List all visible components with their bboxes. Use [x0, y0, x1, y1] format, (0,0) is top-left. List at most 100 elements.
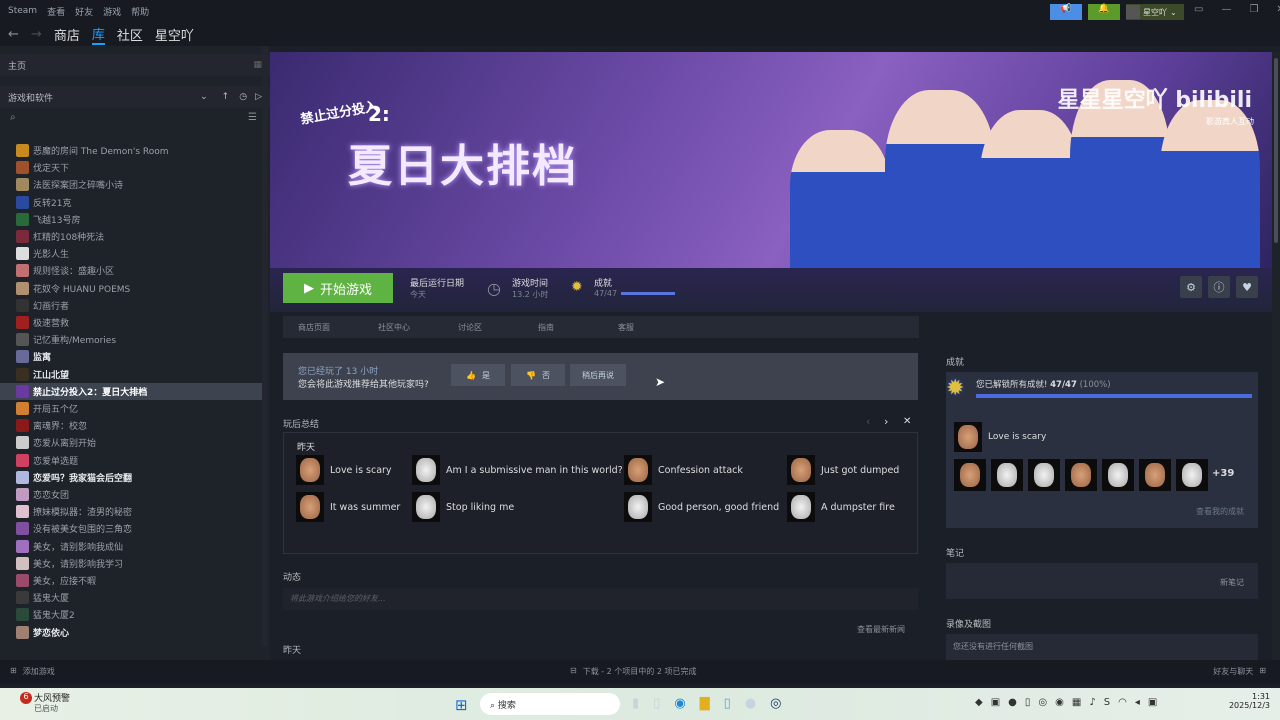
- game-list-item[interactable]: 幻画行者: [0, 297, 262, 314]
- game-list-item[interactable]: 记忆重构/Memories: [0, 331, 262, 348]
- game-list-item[interactable]: 恋恋女团: [0, 486, 262, 503]
- achievements-stat[interactable]: 成就 47/47: [594, 276, 676, 298]
- game-list-item[interactable]: 美女，应接不暇: [0, 572, 262, 589]
- nav-store[interactable]: 商店: [54, 25, 80, 44]
- steam-menu[interactable]: Steam: [8, 6, 37, 16]
- game-list-item[interactable]: 恋爱单选题: [0, 452, 262, 469]
- announcement-button[interactable]: 📢: [1050, 4, 1082, 20]
- game-list-item[interactable]: 梦恋依心: [0, 624, 262, 641]
- game-list-item[interactable]: 监寓: [0, 348, 262, 365]
- filter-icon[interactable]: ☰: [248, 112, 257, 123]
- recap-achievement[interactable]: A dumpster fire: [787, 492, 895, 522]
- recommend-later-button[interactable]: 稍后再说: [570, 364, 626, 386]
- mic-icon[interactable]: ▯: [653, 696, 660, 711]
- clock[interactable]: 1:31 2025/12/3: [1229, 692, 1270, 710]
- menu-view[interactable]: 查看: [47, 5, 65, 18]
- tab-community-hub[interactable]: 社区中心: [363, 322, 443, 333]
- game-list-item[interactable]: 猛鬼大厦: [0, 589, 262, 606]
- game-list-item[interactable]: 江山北望: [0, 366, 262, 383]
- forward-arrow-icon[interactable]: →: [31, 27, 42, 42]
- settings-gear-icon[interactable]: ⚙: [1180, 276, 1202, 298]
- grid-view-icon[interactable]: ▦: [253, 60, 262, 70]
- windows-start-icon[interactable]: ⊞: [455, 696, 468, 714]
- achievement-badge-icon[interactable]: [1139, 459, 1171, 491]
- achievement-badge-icon[interactable]: [1065, 459, 1097, 491]
- game-list-item[interactable]: 美女，请别影响我学习: [0, 555, 262, 572]
- game-list-item[interactable]: 美女，请别影响我成仙: [0, 538, 262, 555]
- achievement-badge-icon[interactable]: [991, 459, 1023, 491]
- account-menu[interactable]: 星空吖 ⌄: [1126, 4, 1184, 20]
- recent-icon[interactable]: ◷: [239, 92, 247, 102]
- close-button[interactable]: ✕: [1276, 4, 1280, 15]
- app-icon[interactable]: ▮: [632, 696, 639, 711]
- recap-achievement[interactable]: Good person, good friend: [624, 492, 779, 522]
- edge-icon[interactable]: ◉: [674, 696, 685, 711]
- recap-achievement[interactable]: Just got dumped: [787, 455, 899, 485]
- tab-discussions[interactable]: 讨论区: [443, 322, 523, 333]
- game-list-item[interactable]: 杠精的108种死法: [0, 228, 262, 245]
- tab-support[interactable]: 客服: [603, 322, 683, 333]
- app-icon[interactable]: ▯: [724, 696, 731, 711]
- add-game-button[interactable]: ⊞ 添加游戏: [10, 666, 55, 677]
- play-filter-icon[interactable]: ▷: [255, 92, 262, 102]
- recap-achievement[interactable]: Confession attack: [624, 455, 743, 485]
- info-icon[interactable]: ⓘ: [1208, 276, 1230, 298]
- game-list-item[interactable]: 极速营救: [0, 314, 262, 331]
- search-icon[interactable]: ⌕: [10, 112, 16, 123]
- folder-icon[interactable]: ▇: [700, 696, 710, 711]
- favorite-heart-icon[interactable]: ♥: [1236, 276, 1258, 298]
- game-list-item[interactable]: 恋爱吗？我家猫会后空翻: [0, 469, 262, 486]
- game-list-item[interactable]: 飞越13号房: [0, 211, 262, 228]
- main-scrollbar[interactable]: [1272, 52, 1280, 660]
- new-note-button[interactable]: 新笔记: [1220, 577, 1244, 588]
- tab-guides[interactable]: 指南: [523, 322, 603, 333]
- sort-icon[interactable]: ↑: [222, 92, 230, 102]
- menu-games[interactable]: 游戏: [103, 5, 121, 18]
- game-list-item[interactable]: 开局五个亿: [0, 400, 262, 417]
- sidebar-scrollbar[interactable]: [262, 46, 268, 646]
- achievement-badge-icon[interactable]: [954, 459, 986, 491]
- view-achievements-link[interactable]: 查看我的成就: [1196, 506, 1244, 517]
- game-list-item[interactable]: 伐定天下: [0, 159, 262, 176]
- notification-bell-button[interactable]: 🔔: [1088, 4, 1120, 20]
- game-list-item[interactable]: 法医探案团之碎嘴小诗: [0, 176, 262, 193]
- game-list-item[interactable]: 猛鬼大厦2: [0, 606, 262, 623]
- taskbar-search[interactable]: ⌕ 搜索: [480, 693, 620, 715]
- chevron-left-icon[interactable]: ‹: [866, 415, 870, 428]
- game-list-item[interactable]: 没有被美女包围的三角恋: [0, 520, 262, 537]
- latest-achievement[interactable]: Love is scary: [954, 422, 1046, 452]
- recap-achievement[interactable]: Stop liking me: [412, 492, 514, 522]
- more-achievements-count[interactable]: +39: [1212, 468, 1234, 479]
- game-list-item[interactable]: 光影人生: [0, 245, 262, 262]
- home-button[interactable]: 主页 ▦: [0, 54, 270, 76]
- achievement-badge-icon[interactable]: [1028, 459, 1060, 491]
- game-list-item[interactable]: 花奴令 HUANU POEMS: [0, 280, 262, 297]
- menu-friends[interactable]: 好友: [75, 5, 93, 18]
- game-list-item[interactable]: 恶魔的房间 The Demon's Room: [0, 142, 262, 159]
- game-list-item[interactable]: 反转21克: [0, 194, 262, 211]
- play-button[interactable]: ▶ 开始游戏: [283, 273, 393, 303]
- system-tray[interactable]: ◆ ▣ ● ▯ ◎ ◉ ▦ ♪ S ◠ ◂ ▣: [975, 697, 1157, 708]
- nav-community[interactable]: 社区: [117, 25, 143, 44]
- recap-achievement[interactable]: Am I a submissive man in this world?: [412, 455, 623, 485]
- recommend-no-button[interactable]: 👎 否: [511, 364, 565, 386]
- close-recap-icon[interactable]: ✕: [903, 416, 911, 427]
- nav-library[interactable]: 库: [91, 24, 105, 45]
- view-news-link[interactable]: 查看最新新闻: [857, 624, 905, 635]
- downloads-status[interactable]: ⊟ 下载 - 2 个项目中的 2 项已完成: [570, 666, 696, 677]
- menu-help[interactable]: 帮助: [131, 5, 149, 18]
- activity-input[interactable]: 将此游戏介绍给您的好友...: [283, 588, 918, 610]
- tab-store-page[interactable]: 商店页面: [283, 322, 363, 333]
- back-arrow-icon[interactable]: ←: [8, 27, 19, 42]
- game-list-item[interactable]: 禁止过分投入2：夏日大排档: [0, 382, 262, 400]
- maximize-button[interactable]: ❐: [1249, 4, 1258, 15]
- obs-icon[interactable]: ●: [745, 696, 756, 711]
- friends-chat-button[interactable]: 好友与聊天 ⊞: [1213, 666, 1266, 677]
- minimize-button[interactable]: —: [1221, 4, 1231, 15]
- game-list-item[interactable]: 撩妹模拟器：渣男的秘密: [0, 503, 262, 520]
- steam-icon[interactable]: ◎: [770, 696, 781, 711]
- game-list-item[interactable]: 规则怪谈：盛趣小区: [0, 262, 262, 279]
- filter-dropdown[interactable]: 游戏和软件 ⌄ ↑ ◷ ▷: [0, 86, 270, 108]
- recommend-yes-button[interactable]: 👍 是: [451, 364, 505, 386]
- chevron-right-icon[interactable]: ›: [884, 415, 888, 428]
